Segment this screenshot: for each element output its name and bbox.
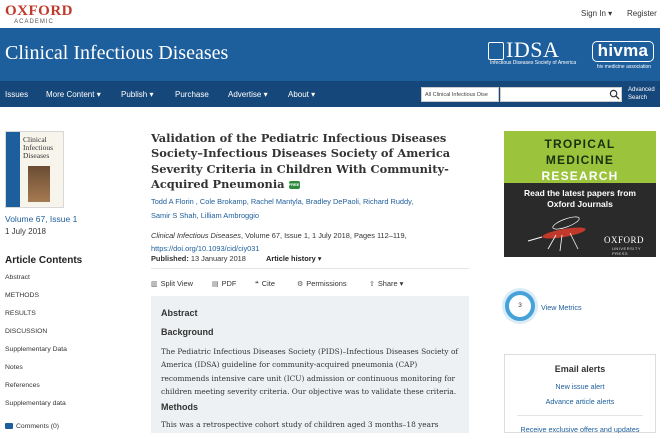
issue-date: 1 July 2018	[5, 227, 46, 236]
authors-line1: Todd A Florin , Cole Brokamp, Rachel Man…	[151, 195, 451, 209]
nav-about[interactable]: About ▾	[288, 90, 315, 99]
new-issue-alert-link[interactable]: New issue alert	[505, 382, 655, 391]
email-divider	[517, 415, 643, 416]
ad-headline-2-text: MEDICINE	[545, 153, 615, 167]
idsa-subtitle: Infectious Diseases Society of America	[490, 60, 577, 66]
nav-purchase[interactable]: Purchase	[175, 90, 209, 99]
cover-title: Clinical Infectious Diseases	[23, 135, 53, 160]
article-history-toggle[interactable]: Article history ▾	[266, 254, 321, 263]
pdf-icon: ▤	[212, 281, 219, 288]
logo-line2: ACADEMIC	[14, 19, 54, 25]
published-info: Published: 13 January 2018	[151, 254, 246, 263]
contents-item-discussion[interactable]: DISCUSSION	[5, 328, 47, 335]
doi-link[interactable]: https://doi.org/10.1093/cid/ciy031	[151, 244, 259, 253]
contents-item-results[interactable]: RESULTS	[5, 310, 36, 317]
email-alerts-box: Email alerts New issue alert Advance art…	[504, 354, 656, 433]
permissions-icon: ⚙	[297, 281, 304, 288]
cover-strip	[6, 132, 20, 207]
advanced-label: Advanced	[628, 87, 655, 93]
authors-line2[interactable]: Samir S Shah, Lilliam Ambroggio	[151, 209, 451, 223]
background-heading: Background	[161, 327, 214, 337]
cover-illustration	[28, 166, 50, 202]
oxford-brand-sub: UNIVERSITY PRESS	[612, 246, 641, 256]
issue-volume-link[interactable]: Volume 67, Issue 1	[5, 214, 77, 224]
background-text: The Pediatric Infectious Diseases Societ…	[161, 347, 459, 397]
citation-details: , Volume 67, Issue 1, 1 July 2018, Pages…	[240, 231, 407, 240]
nav-issues[interactable]: Issues	[5, 90, 28, 99]
contents-item-methods[interactable]: METHODS	[5, 292, 39, 299]
comment-icon	[5, 423, 13, 429]
contents-item-supplementary-data-2[interactable]: Supplementary data	[5, 400, 66, 407]
split-view-label: Split View	[160, 279, 193, 288]
hivma-logo[interactable]: hivma hiv medicine association	[592, 41, 656, 71]
logo-line1: OXFORD	[5, 3, 73, 19]
oxford-academic-logo[interactable]: OXFORD ACADEMIC	[5, 3, 73, 26]
comments-link[interactable]: Comments (0)	[5, 423, 59, 430]
published-date: 13 January 2018	[190, 254, 246, 263]
permissions-button[interactable]: ⚙ Permissions	[297, 279, 347, 288]
hivma-text: hivma	[592, 41, 654, 62]
altmetric-count: 3	[518, 302, 522, 309]
share-label: Share ▾	[377, 279, 404, 288]
split-view-button[interactable]: ▥ Split View	[151, 279, 193, 288]
quote-icon: ❝	[255, 281, 259, 288]
issue-cover-image[interactable]: Clinical Infectious Diseases	[5, 131, 64, 208]
comments-label: Comments (0)	[16, 423, 60, 430]
nav-publish[interactable]: Publish ▾	[121, 90, 153, 99]
abstract-panel: Abstract Background The Pediatric Infect…	[151, 296, 469, 433]
share-button[interactable]: ⇧ Share ▾	[369, 279, 403, 288]
citation-line: Clinical Infectious Diseases, Volume 67,…	[151, 229, 451, 242]
search-icon[interactable]	[609, 89, 620, 100]
article-title-text: Validation of the Pediatric Infectious D…	[151, 131, 451, 191]
view-metrics-link[interactable]: View Metrics	[541, 303, 582, 312]
sign-in-link[interactable]: Sign In ▾	[581, 9, 612, 18]
hivma-subtitle: hiv medicine association	[596, 64, 652, 70]
search-scope-select[interactable]: All Clinical Infectious Dise	[421, 87, 499, 102]
methods-text: This was a retrospective cohort study of…	[161, 420, 439, 429]
tropical-medicine-ad[interactable]: TROPICAL MEDICINE RESEARCH Read the late…	[504, 131, 656, 257]
author-list: Todd A Florin , Cole Brokamp, Rachel Man…	[151, 195, 451, 223]
idsa-mark-icon	[488, 42, 504, 60]
oxford-brand: OXFORD	[604, 235, 645, 245]
share-icon: ⇧	[369, 281, 375, 288]
citation-journal: Clinical Infectious Diseases	[151, 231, 241, 240]
nav-more-content[interactable]: More Content ▾	[46, 90, 101, 99]
search-input[interactable]	[500, 87, 622, 102]
split-view-icon: ▥	[151, 281, 158, 288]
ad-body-text: Read the latest papers from Oxford Journ…	[524, 188, 636, 209]
ad-headline-2: MEDICINE	[504, 153, 656, 167]
contents-item-notes[interactable]: Notes	[5, 364, 23, 371]
cite-label: Cite	[261, 279, 275, 288]
ad-headline-3: RESEARCH	[541, 169, 619, 183]
methods-heading: Methods	[161, 402, 198, 412]
contents-item-supplementary-data[interactable]: Supplementary Data	[5, 346, 67, 353]
citation: Clinical Infectious Diseases, Volume 67,…	[151, 229, 451, 255]
cite-button[interactable]: ❝ Cite	[255, 279, 275, 288]
register-link[interactable]: Register	[627, 9, 657, 18]
search-label: Search	[628, 95, 648, 101]
top-bar: OXFORD ACADEMIC Sign In ▾ Register	[0, 0, 660, 28]
receive-offers-link[interactable]: Receive exclusive offers and updates	[505, 425, 655, 433]
authors-line1-text[interactable]: Todd A Florin , Cole Brokamp, Rachel Man…	[151, 197, 413, 206]
ad-headline-1: TROPICAL	[544, 137, 616, 151]
contents-item-references[interactable]: References	[5, 382, 40, 389]
free-badge: FREE	[288, 180, 300, 189]
permissions-label: Permissions	[306, 279, 347, 288]
article-title: Validation of the Pediatric Infectious D…	[151, 131, 451, 192]
advanced-search-link[interactable]: Advanced Search	[628, 86, 655, 102]
journal-title[interactable]: Clinical Infectious Diseases	[5, 42, 228, 65]
article-contents-heading: Article Contents	[5, 255, 83, 266]
published-label: Published:	[151, 254, 189, 263]
mosquito-icon	[527, 216, 586, 252]
nav-advertise[interactable]: Advertise ▾	[228, 90, 268, 99]
ad-body: RESEARCH Read the latest papers from Oxf…	[504, 170, 656, 210]
advance-article-alerts-link[interactable]: Advance article alerts	[505, 397, 655, 406]
idsa-logo[interactable]: IDSA Infectious Diseases Society of Amer…	[488, 39, 583, 68]
toolbar-divider	[151, 268, 469, 269]
email-alerts-heading: Email alerts	[554, 364, 606, 374]
abstract-heading: Abstract	[161, 308, 198, 318]
pdf-label: PDF	[221, 279, 237, 288]
contents-item-abstract[interactable]: Abstract	[5, 274, 30, 281]
pdf-button[interactable]: ▤ PDF	[212, 279, 236, 288]
